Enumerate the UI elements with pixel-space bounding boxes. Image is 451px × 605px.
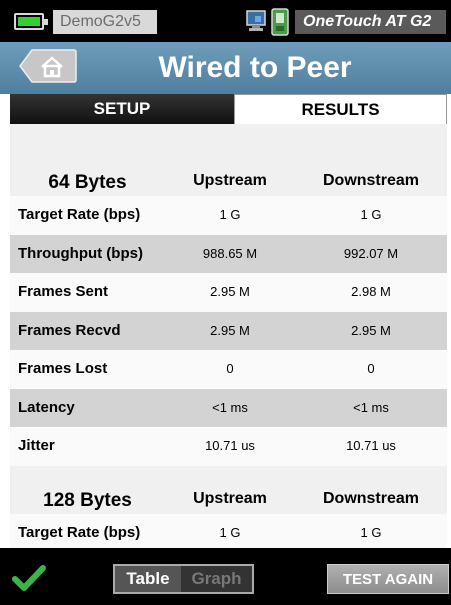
downstream-value: 992.07 M [343,245,399,261]
downstream-value: 10.71 us [346,438,396,453]
section-header: 128 Bytes Upstream Downstream [10,484,447,514]
downstream-column-header: Downstream [322,172,420,189]
model-name: OneTouch AT G2 [295,10,446,34]
tab-results[interactable]: RESULTS [234,94,447,124]
table-row: Throughput (bps) 988.65 M 992.07 M [10,234,447,273]
upstream-value: 2.95 M [210,284,250,299]
table-row: Frames Recvd 2.95 M 2.95 M [10,311,447,350]
table-row: Jitter 10.71 us 10.71 us [10,427,447,466]
status-bar: DemoG2v5 OneTouch AT G2 [0,0,451,42]
table-row: Target Rate (bps) 1 G 1 G [10,196,447,235]
frame-size-label: 128 Bytes [43,490,132,511]
test-again-button[interactable]: TEST AGAIN [327,564,449,594]
battery-full-icon [14,13,48,30]
row-label: Throughput (bps) [18,244,143,262]
upstream-column-header: Upstream [193,490,267,507]
bottom-bar: Table Graph TEST AGAIN [0,548,451,605]
home-button[interactable] [18,48,78,84]
table-row: Frames Sent 2.95 M 2.98 M [10,273,447,312]
downstream-value: 0 [367,361,375,376]
tab-bar: SETUP RESULTS [10,94,447,124]
section-header: 64 Bytes Upstream Downstream [10,166,447,196]
downstream-value: 2.98 M [351,284,391,299]
tab-setup[interactable]: SETUP [10,94,234,124]
table-view-button[interactable]: Table [115,566,181,592]
downstream-value: 1 G [360,207,382,222]
table-row: Target Rate (bps) 1 G 1 G [10,514,447,548]
downstream-column-header: Downstream [322,490,420,507]
row-label: Frames Lost [18,360,108,377]
view-toggle: Table Graph [113,564,254,594]
upstream-value: 1 G [219,207,241,222]
upstream-value: <1 ms [212,399,248,415]
upstream-value: 988.65 M [202,245,258,261]
network-status-icon[interactable] [245,8,293,36]
upstream-value: 0 [226,361,234,376]
results-table[interactable]: 64 Bytes Upstream Downstream Target Rate… [10,124,447,548]
row-label: Frames Sent [18,283,109,300]
page-title: Wired to Peer [158,51,352,84]
device-name: DemoG2v5 [53,10,157,34]
upstream-value: 2.95 M [210,322,250,338]
upstream-value: 10.71 us [205,438,255,453]
results-section-64-bytes: 64 Bytes Upstream Downstream Target Rate… [10,166,447,466]
table-row: Latency <1 ms <1 ms [10,388,447,427]
downstream-value: <1 ms [353,399,389,415]
table-row: Frames Lost 0 0 [10,350,447,389]
upstream-value: 1 G [219,525,241,540]
row-label: Frames Recvd [18,321,121,339]
row-label: Latency [18,398,75,416]
checkmark-icon [12,565,46,591]
title-bar: Wired to Peer [0,42,451,94]
downstream-value: 2.95 M [351,322,391,338]
upstream-column-header: Upstream [193,172,267,189]
graph-view-button[interactable]: Graph [181,566,252,592]
row-label: Target Rate (bps) [18,206,141,223]
row-label: Jitter [18,437,55,454]
results-section-128-bytes: 128 Bytes Upstream Downstream Target Rat… [10,484,447,548]
downstream-value: 1 G [360,525,382,540]
row-label: Target Rate (bps) [18,524,141,541]
frame-size-label: 64 Bytes [48,172,127,193]
